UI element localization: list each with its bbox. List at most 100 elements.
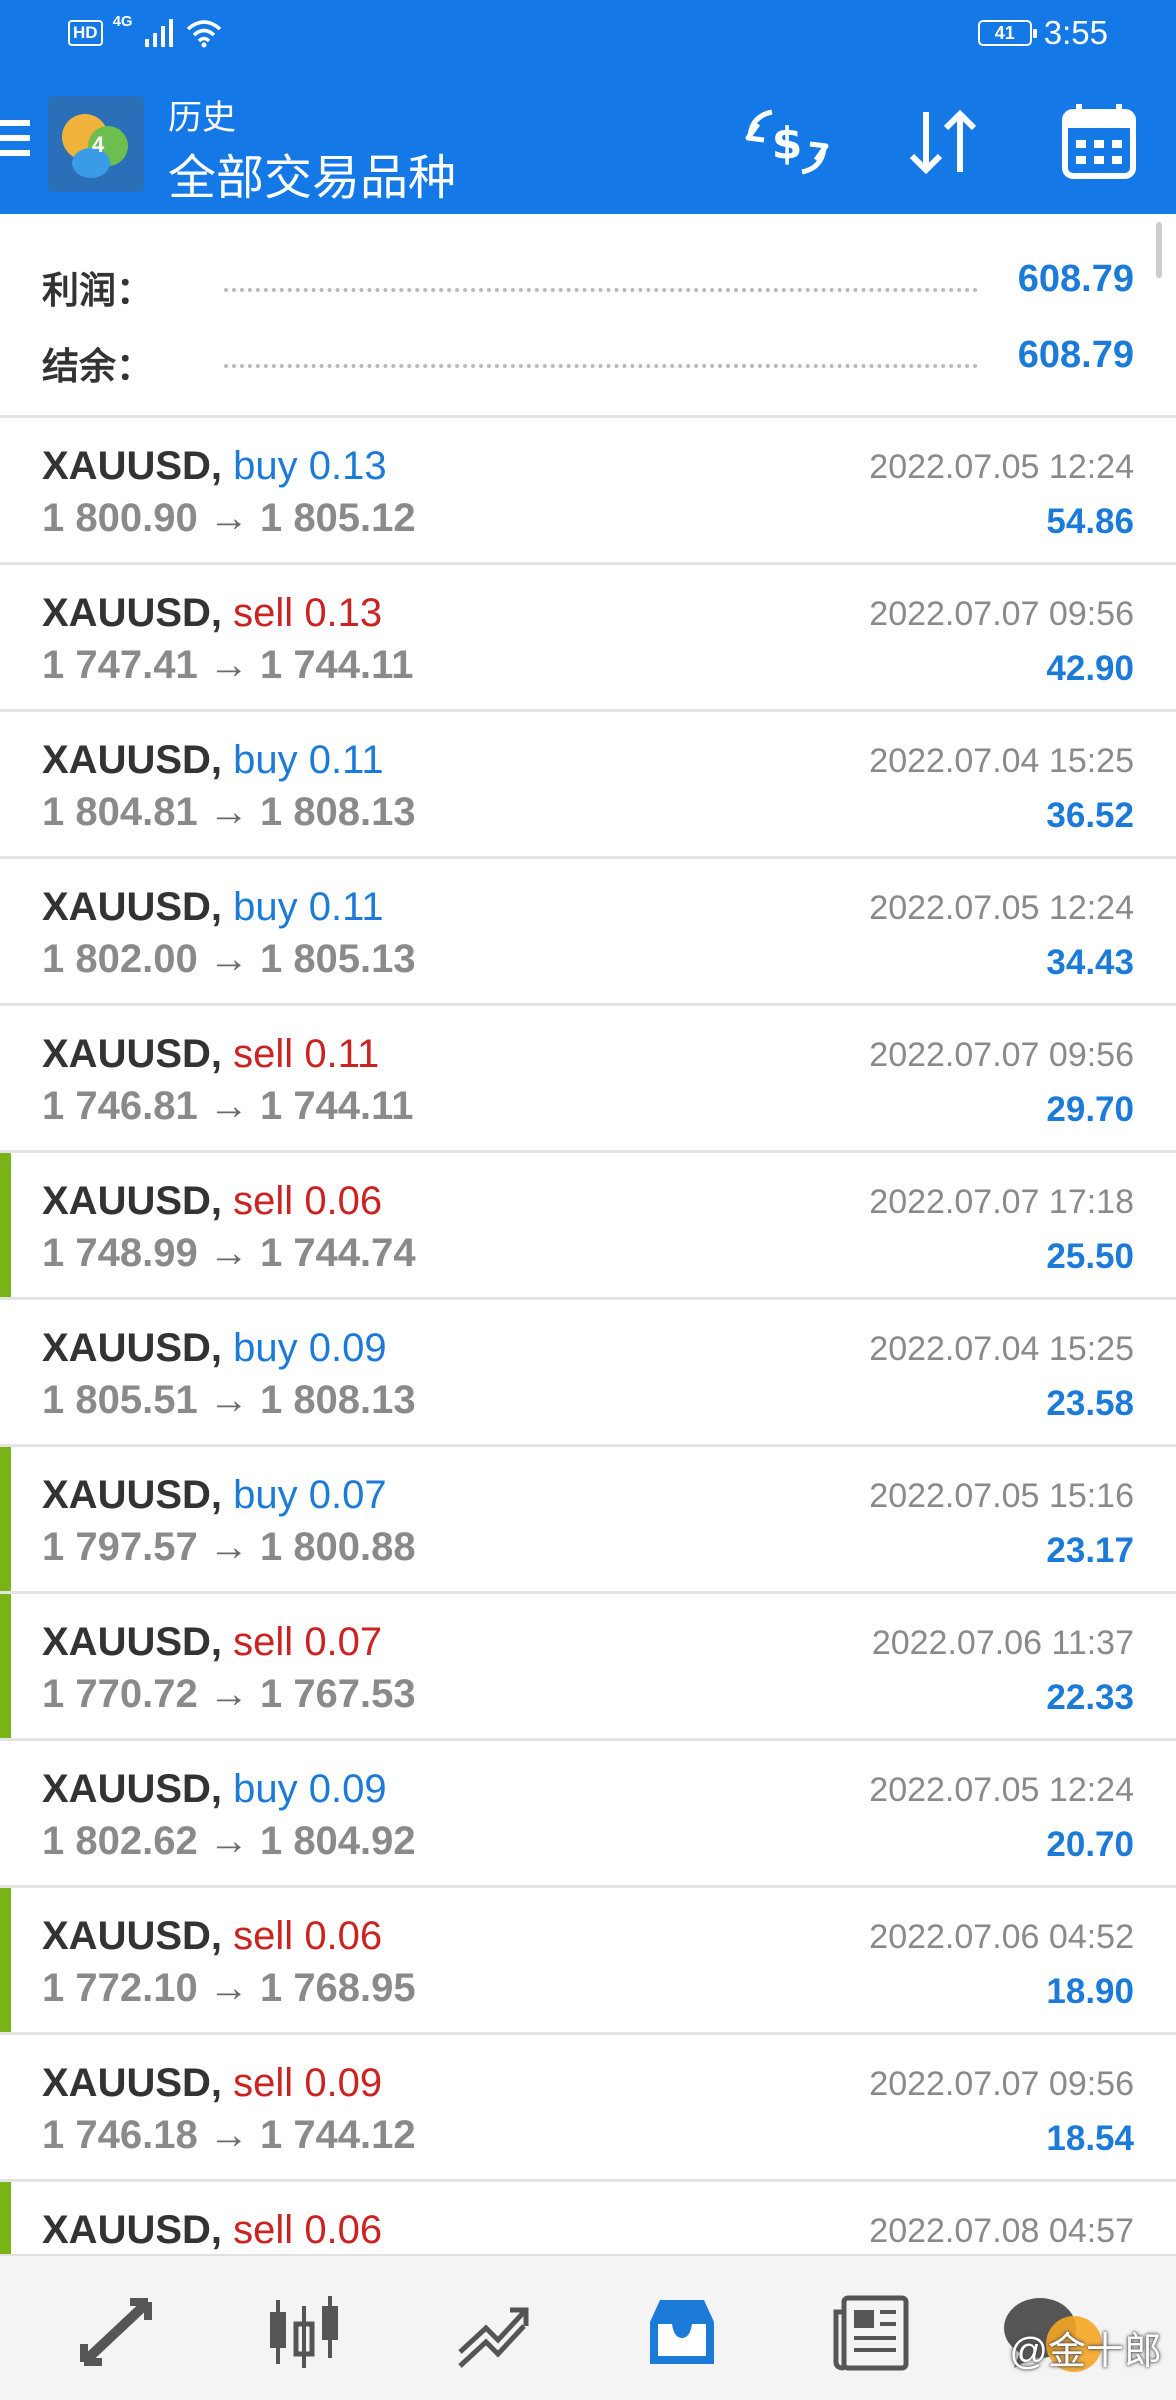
trade-side: buy <box>233 1767 298 1811</box>
symbol-name: XAUUSD, <box>42 591 223 635</box>
open-price: 1 800.90 <box>42 496 198 540</box>
summary-panel: 利润： 608.79 结余： 608.79 <box>0 214 1176 418</box>
trade-time: 2022.07.07 17:18 <box>869 1183 1134 1221</box>
close-price: 1 768.95 <box>259 1966 416 2010</box>
trade-symbol: XAUUSD, sell 0.09 <box>42 2061 382 2106</box>
menu-icon[interactable] <box>0 120 30 160</box>
symbol-name: XAUUSD, <box>42 2061 223 2105</box>
close-price: 1 744.11 <box>259 643 414 687</box>
quotes-icon[interactable] <box>76 2292 156 2372</box>
trade-row[interactable]: XAUUSD, sell 0.06 1 748.99 → 1 744.74 2022… <box>0 1153 1176 1300</box>
trade-side: sell <box>233 1179 294 1223</box>
open-price: 1 797.57 <box>42 1525 198 1569</box>
page-title: 历史 <box>168 99 236 137</box>
chart-icon[interactable] <box>264 2292 344 2372</box>
trade-prices: 1 748.99 → 1 744.74 <box>42 1231 416 1276</box>
trade-time: 2022.07.06 04:52 <box>869 1918 1134 1956</box>
open-price: 1 747.41 <box>42 643 198 687</box>
trade-side: sell <box>233 2208 294 2252</box>
symbol-name: XAUUSD, <box>42 1179 223 1223</box>
arrow-right-icon: → <box>208 1672 249 1716</box>
history-icon[interactable] <box>642 2292 722 2372</box>
open-price: 1 748.99 <box>42 1231 198 1275</box>
arrow-right-icon: → <box>208 496 249 540</box>
close-price: 1 805.12 <box>259 496 416 540</box>
trade-prices: 1 804.81 → 1 808.13 <box>42 790 416 835</box>
close-price: 1 805.13 <box>259 937 416 981</box>
close-price: 1 804.92 <box>259 1819 416 1863</box>
symbol-name: XAUUSD, <box>42 738 223 782</box>
profit-label: 利润： <box>42 270 153 311</box>
balance-value: 608.79 <box>1017 334 1134 376</box>
open-price: 1 746.18 <box>42 2113 198 2157</box>
signal-icon <box>144 19 173 47</box>
trade-profit: 36.52 <box>1046 796 1134 835</box>
sort-icon[interactable] <box>898 102 988 182</box>
symbol-name: XAUUSD, <box>42 444 223 488</box>
trade-volume: 0.11 <box>308 885 384 929</box>
trade-symbol: XAUUSD, buy 0.09 <box>42 1767 387 1812</box>
trade-time: 2022.07.04 15:25 <box>869 742 1134 780</box>
trade-profit: 20.70 <box>1046 1825 1134 1864</box>
news-icon[interactable] <box>832 2292 912 2372</box>
clock: 3:55 <box>1043 14 1108 51</box>
trade-time: 2022.07.07 09:56 <box>869 1036 1134 1074</box>
trade-symbol: XAUUSD, buy 0.11 <box>42 885 384 930</box>
trade-profit: 42.90 <box>1046 649 1134 688</box>
trade-profit: 23.17 <box>1046 1531 1134 1570</box>
trade-row[interactable]: XAUUSD, sell 0.07 1 770.72 → 1 767.53 2022… <box>0 1594 1176 1741</box>
close-price: 1 744.11 <box>259 1084 414 1128</box>
status-bar: HD 4G 41 3:55 <box>0 0 1176 72</box>
arrow-right-icon: → <box>208 1084 249 1128</box>
symbol-name: XAUUSD, <box>42 885 223 929</box>
trade-volume: 0.11 <box>304 1032 380 1076</box>
trade-symbol: XAUUSD, sell 0.06 <box>42 2208 382 2253</box>
trade-prices: 1 772.10 → 1 768.95 <box>42 1966 416 2011</box>
trade-icon[interactable] <box>454 2292 534 2372</box>
trade-row[interactable]: XAUUSD, buy 0.11 1 804.81 → 1 808.13 2022.… <box>0 712 1176 859</box>
trade-row[interactable]: XAUUSD, sell 0.06 1 772.10 → 1 768.95 2022… <box>0 1888 1176 2035</box>
trade-symbol: XAUUSD, buy 0.11 <box>42 738 384 783</box>
trade-prices: 1 800.90 → 1 805.12 <box>42 496 416 541</box>
trade-symbol: XAUUSD, sell 0.11 <box>42 1032 379 1077</box>
calendar-icon[interactable] <box>1054 102 1144 182</box>
trade-row[interactable]: XAUUSD, buy 0.07 1 797.57 → 1 800.88 2022.… <box>0 1447 1176 1594</box>
trade-list[interactable]: XAUUSD, buy 0.13 1 800.90 → 1 805.12 2022.… <box>0 418 1176 2254</box>
trade-row[interactable]: XAUUSD, buy 0.09 1 802.62 → 1 804.92 2022.… <box>0 1741 1176 1888</box>
close-price: 1 744.12 <box>259 2113 416 2157</box>
top-bar: HD 4G 41 3:55 4 历史 全部交易品种 $ <box>0 0 1176 214</box>
trade-row[interactable]: XAUUSD, sell 0.11 1 746.81 → 1 744.11 2022… <box>0 1006 1176 1153</box>
close-price: 1 767.53 <box>259 1672 416 1716</box>
symbol-filter[interactable]: 全部交易品种 <box>168 138 456 208</box>
open-price: 1 770.72 <box>42 1672 198 1716</box>
arrow-right-icon: → <box>208 1966 249 2010</box>
app-bar: 4 历史 全部交易品种 $ <box>0 72 1176 214</box>
trade-profit: 22.33 <box>1046 1678 1134 1717</box>
trade-time: 2022.07.08 04:57 <box>869 2212 1134 2250</box>
trade-row[interactable]: XAUUSD, buy 0.11 1 802.00 → 1 805.13 2022.… <box>0 859 1176 1006</box>
arrow-right-icon: → <box>208 2113 249 2157</box>
trade-profit: 18.90 <box>1046 1972 1134 2011</box>
trade-profit: 18.54 <box>1046 2119 1134 2158</box>
trade-row[interactable]: XAUUSD, sell 0.09 1 746.18 → 1 744.12 2022… <box>0 2035 1176 2182</box>
trade-prices: 1 770.72 → 1 767.53 <box>42 1672 416 1717</box>
hd-badge: HD <box>68 20 103 46</box>
trade-row[interactable]: XAUUSD, buy 0.09 1 805.51 → 1 808.13 2022.… <box>0 1300 1176 1447</box>
trade-row[interactable]: XAUUSD, sell 0.13 1 747.41 → 1 744.11 2022… <box>0 565 1176 712</box>
trade-side: sell <box>233 1032 294 1076</box>
trade-prices: 1 746.81 → 1 744.11 <box>42 1084 413 1129</box>
trade-symbol: XAUUSD, buy 0.09 <box>42 1326 387 1371</box>
dotted-leader <box>224 288 978 292</box>
close-price: 1 808.13 <box>259 790 416 834</box>
trade-row[interactable]: XAUUSD, buy 0.13 1 800.90 → 1 805.12 2022.… <box>0 418 1176 565</box>
trade-volume: 0.13 <box>304 591 383 635</box>
trade-row[interactable]: XAUUSD, sell 0.06 2022.07.08 04:57 <box>0 2182 1176 2254</box>
trade-symbol: XAUUSD, sell 0.07 <box>42 1620 382 1665</box>
open-price: 1 804.81 <box>42 790 198 834</box>
open-price: 1 802.62 <box>42 1819 198 1863</box>
currency-exchange-icon[interactable]: $ <box>742 102 832 182</box>
trade-volume: 0.11 <box>308 738 384 782</box>
profit-value: 608.79 <box>1017 258 1134 300</box>
trade-symbol: XAUUSD, sell 0.13 <box>42 591 382 636</box>
symbol-name: XAUUSD, <box>42 1914 223 1958</box>
